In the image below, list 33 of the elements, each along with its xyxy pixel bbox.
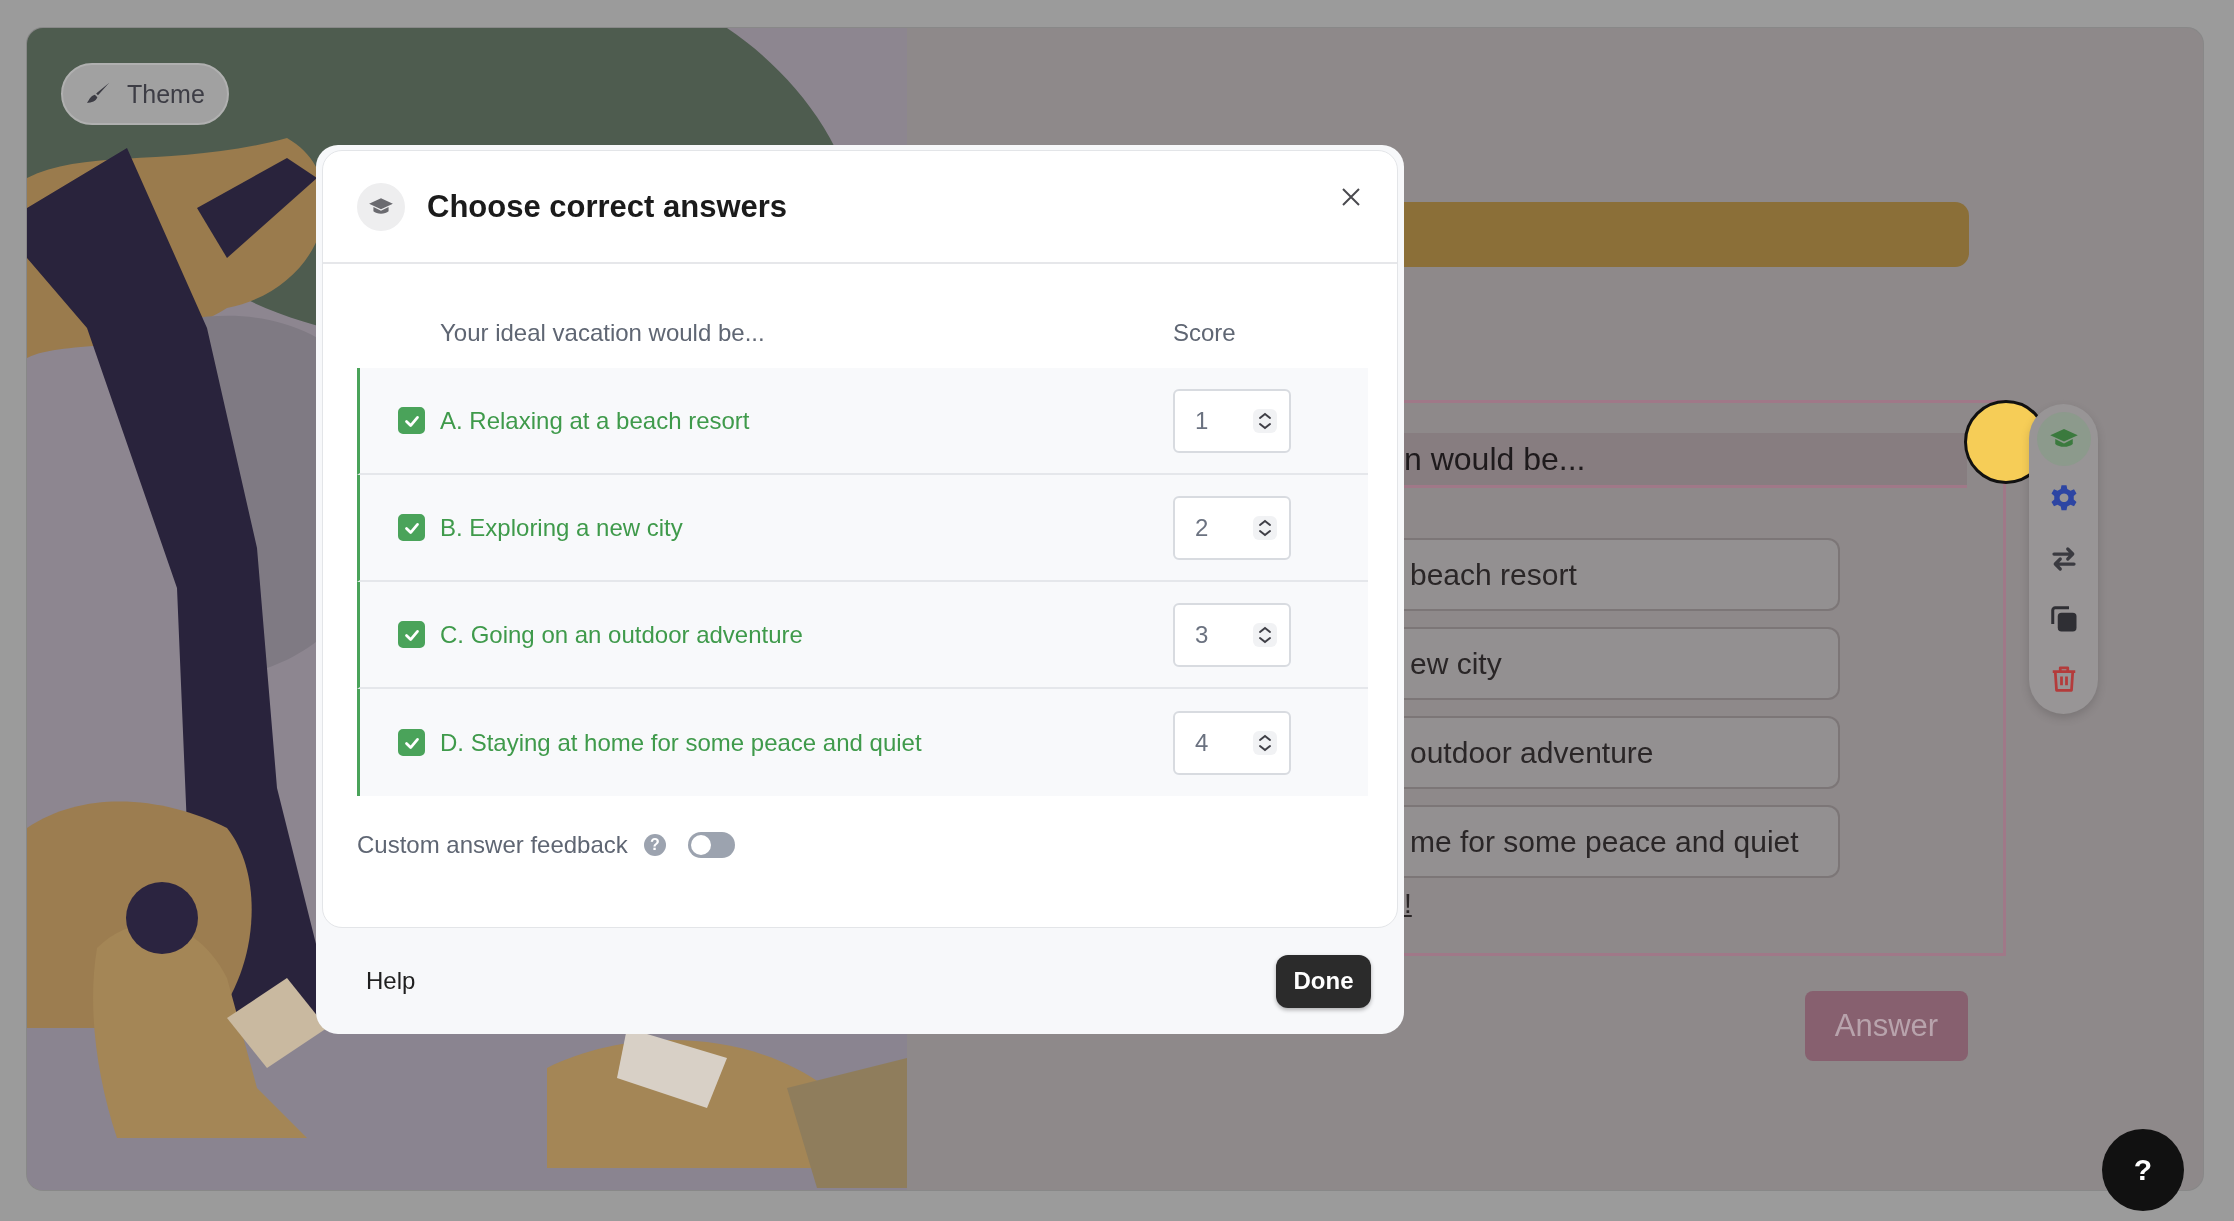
score-input[interactable]: 2 bbox=[1173, 495, 1291, 560]
stepper-icon[interactable] bbox=[1253, 407, 1277, 434]
score-input[interactable]: 3 bbox=[1173, 602, 1291, 667]
stepper-icon[interactable] bbox=[1253, 514, 1277, 541]
help-link[interactable]: Help bbox=[366, 967, 416, 995]
answer-option[interactable]: ew city bbox=[1404, 627, 1840, 700]
checkbox[interactable] bbox=[398, 729, 425, 756]
copy-icon bbox=[2048, 604, 2079, 634]
checkbox[interactable] bbox=[398, 514, 425, 541]
answer-label: C. Going on an outdoor adventure bbox=[440, 620, 804, 649]
answer-label: D. Staying at home for some peace and quiet bbox=[440, 728, 923, 757]
done-button[interactable]: Done bbox=[1276, 954, 1371, 1008]
answer-option[interactable]: me for some peace and quiet bbox=[1404, 805, 1840, 878]
column-header: Your ideal vacation would be... bbox=[440, 319, 766, 347]
answer-option[interactable]: outdoor adventure bbox=[1404, 716, 1840, 789]
answer-label: A. Relaxing at a beach resort bbox=[440, 406, 751, 435]
answer-label: B. Exploring a new city bbox=[440, 513, 684, 542]
graduation-cap-icon bbox=[357, 182, 405, 231]
question-title: n would be... bbox=[1404, 433, 1967, 488]
column-header: Score bbox=[1173, 319, 1237, 347]
score-input[interactable]: 4 bbox=[1173, 710, 1291, 775]
stepper-icon[interactable] bbox=[1253, 621, 1277, 648]
dialog-title: Choose correct answers bbox=[427, 188, 789, 225]
link-text[interactable]: ! bbox=[1404, 888, 1412, 920]
score-input[interactable]: 1 bbox=[1173, 388, 1291, 453]
answer-option[interactable]: beach resort bbox=[1404, 538, 1840, 611]
toggle-switch[interactable] bbox=[687, 832, 735, 858]
feedback-label: Custom answer feedback bbox=[357, 831, 628, 859]
stepper-icon[interactable] bbox=[1253, 729, 1277, 756]
help-icon[interactable]: ? bbox=[643, 834, 666, 856]
checkbox[interactable] bbox=[398, 407, 425, 434]
checkbox[interactable] bbox=[398, 621, 425, 648]
theme-button[interactable]: Theme bbox=[61, 63, 229, 125]
